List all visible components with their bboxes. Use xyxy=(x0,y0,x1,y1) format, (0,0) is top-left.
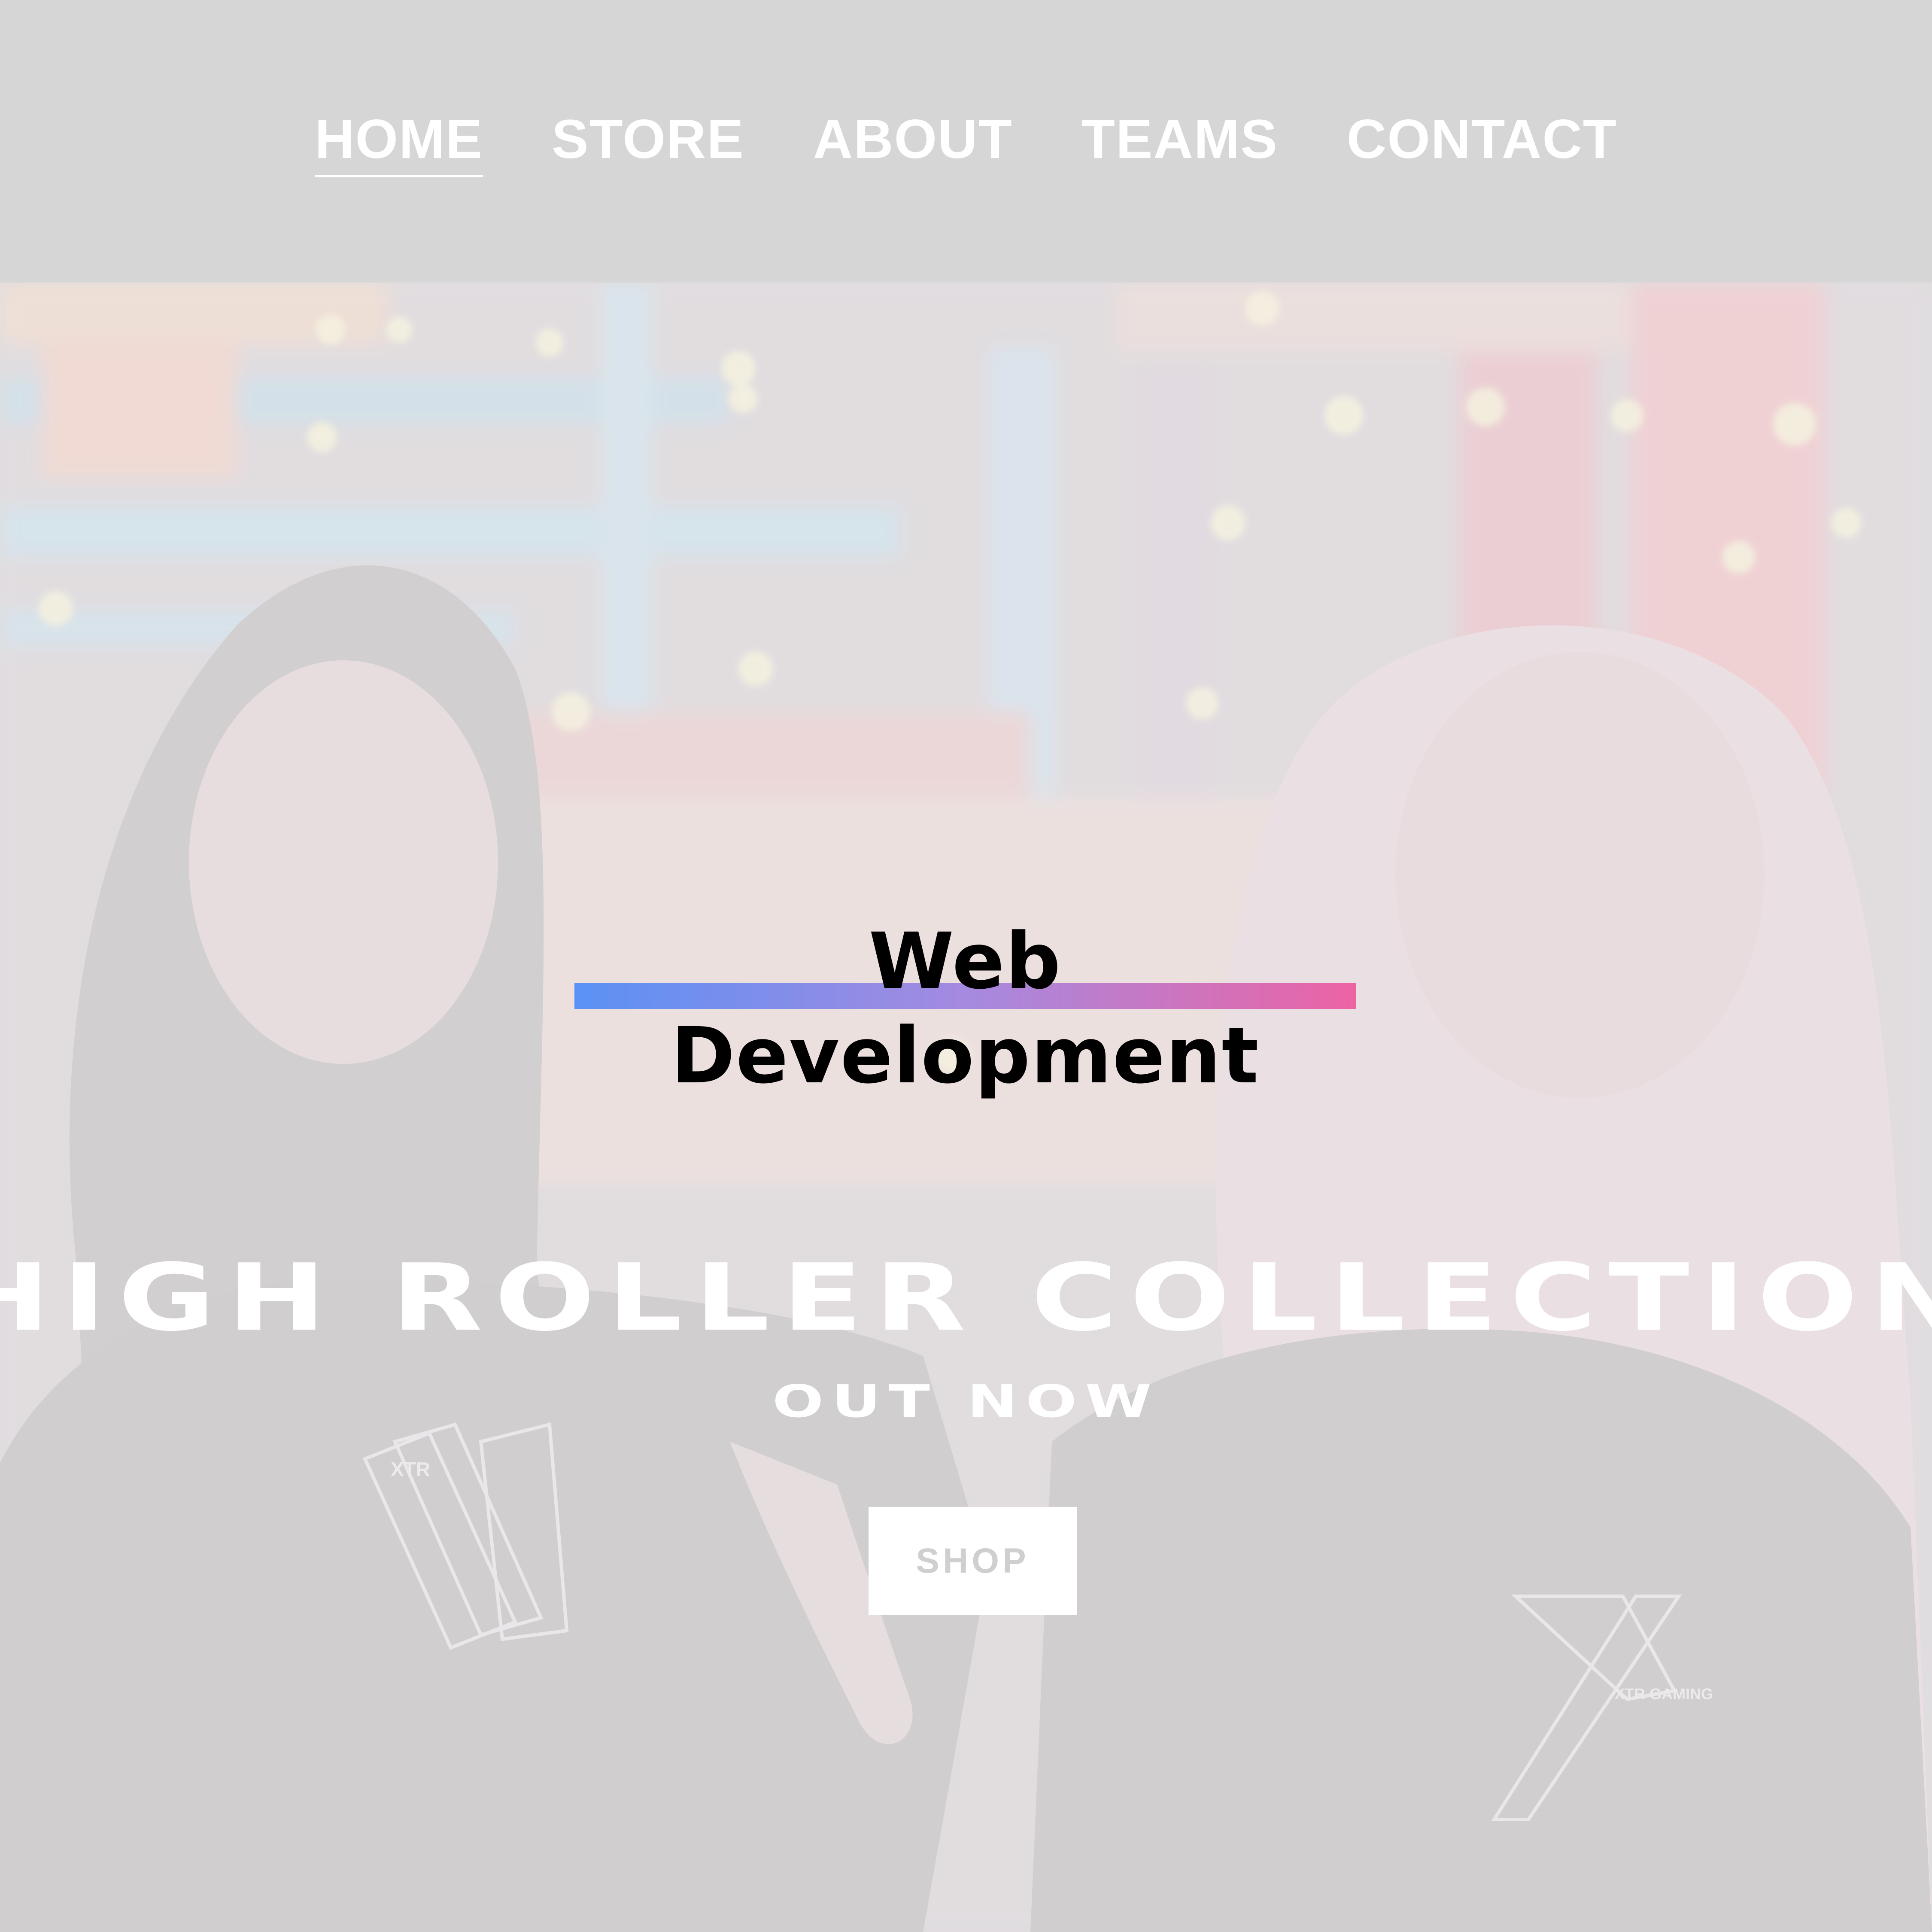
main-nav: HOME STORE ABOUT TEAMS CONTACT xyxy=(0,109,1932,177)
nav-store[interactable]: STORE xyxy=(552,109,744,170)
nav-teams[interactable]: TEAMS xyxy=(1081,109,1278,170)
hero-photo: XTR GAMING XTR xyxy=(0,283,1932,1932)
hero-subtitle: OUT NOW xyxy=(772,1375,1160,1428)
hero-title: HIGH ROLLER COLLECTION xyxy=(0,1244,1932,1352)
nav-about[interactable]: ABOUT xyxy=(813,109,1013,170)
site-header: HOME STORE ABOUT TEAMS CONTACT xyxy=(0,0,1932,283)
shop-button[interactable]: SHOP xyxy=(869,1507,1077,1615)
nav-home[interactable]: HOME xyxy=(315,109,483,177)
hero-banner: XTR GAMING XTR HIGH ROLLER COLLECTION OU… xyxy=(0,283,1932,1932)
overlay-label-text: Web Development xyxy=(671,917,1260,1101)
web-development-label: Web Development xyxy=(574,914,1356,1101)
nav-contact[interactable]: CONTACT xyxy=(1347,109,1617,170)
